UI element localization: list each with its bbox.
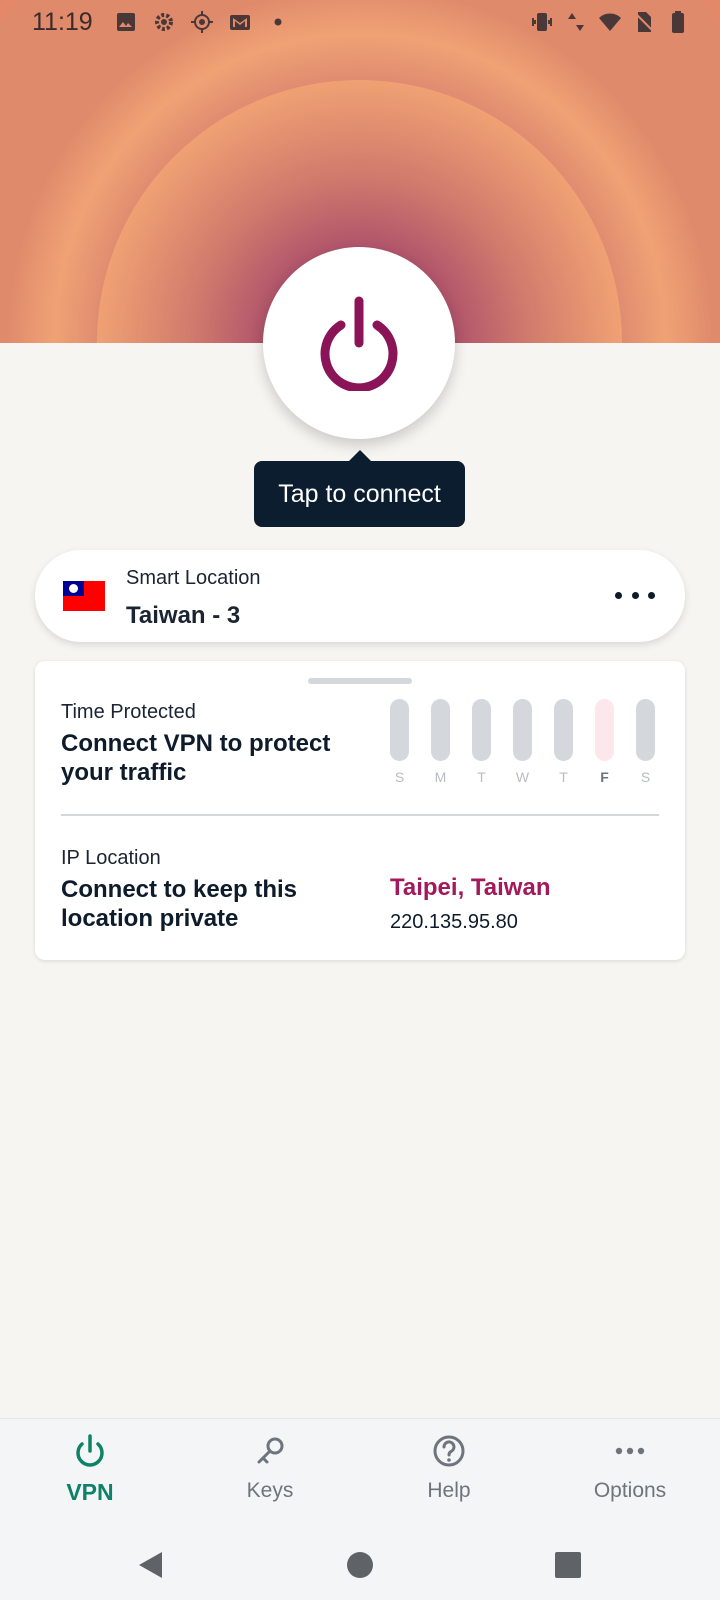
home-icon[interactable] bbox=[344, 1549, 376, 1581]
nav-options[interactable]: Options bbox=[560, 1419, 700, 1530]
help-icon bbox=[433, 1435, 465, 1467]
day-column: T bbox=[472, 699, 491, 785]
location-target-icon bbox=[191, 11, 213, 33]
dot-icon bbox=[274, 18, 282, 26]
ip-city: Taipei, Taiwan bbox=[390, 874, 551, 901]
vibrate-icon bbox=[532, 13, 552, 31]
taiwan-flag-icon bbox=[63, 581, 105, 611]
wifi-icon bbox=[599, 13, 621, 31]
tooltip-text: Tap to connect bbox=[278, 479, 441, 508]
nav-help-label: Help bbox=[427, 1479, 471, 1502]
day-letter: F bbox=[600, 769, 609, 785]
day-column: M bbox=[431, 699, 450, 785]
nav-options-label: Options bbox=[593, 1479, 667, 1502]
ip-location-message: Connect to keep this location private bbox=[61, 876, 298, 932]
day-letter: W bbox=[515, 769, 530, 785]
nav-vpn-label: VPN bbox=[66, 1479, 114, 1505]
more-icon bbox=[615, 1447, 645, 1455]
nav-keys[interactable]: Keys bbox=[200, 1419, 340, 1530]
time-protected-label: Time Protected bbox=[61, 701, 196, 723]
day-bar bbox=[554, 699, 573, 761]
drag-handle[interactable] bbox=[308, 678, 412, 684]
nav-vpn[interactable]: VPN bbox=[20, 1419, 160, 1530]
info-card: Time Protected Connect VPN to protect yo… bbox=[35, 661, 685, 960]
day-letter: T bbox=[477, 769, 486, 785]
day-bar bbox=[595, 699, 614, 761]
day-letter: S bbox=[394, 769, 405, 785]
day-column: S bbox=[390, 699, 409, 785]
status-bar: 11:19 bbox=[0, 0, 720, 48]
day-column: F bbox=[595, 699, 614, 785]
day-bar bbox=[513, 699, 532, 761]
day-bar bbox=[390, 699, 409, 761]
more-dot bbox=[648, 591, 655, 599]
system-navigation bbox=[0, 1529, 720, 1600]
day-column: T bbox=[554, 699, 573, 785]
settings-icon bbox=[155, 13, 173, 31]
nav-help[interactable]: Help bbox=[379, 1419, 519, 1530]
day-column: W bbox=[513, 699, 532, 785]
status-icons-left bbox=[114, 10, 290, 34]
image-icon bbox=[117, 13, 135, 31]
power-icon bbox=[320, 296, 398, 391]
location-name: Taiwan - 3 bbox=[126, 602, 241, 629]
day-bar bbox=[472, 699, 491, 761]
more-dot bbox=[615, 591, 622, 599]
bottom-navigation: VPN Keys Help Options bbox=[0, 1418, 720, 1530]
status-time: 11:19 bbox=[32, 8, 93, 36]
ip-location-label: IP Location bbox=[61, 847, 161, 869]
day-letter: T bbox=[559, 769, 568, 785]
key-icon bbox=[257, 1437, 284, 1464]
recents-icon[interactable] bbox=[552, 1549, 584, 1581]
day-bar bbox=[636, 699, 655, 761]
no-sim-icon bbox=[634, 12, 654, 32]
battery-icon bbox=[672, 11, 684, 33]
gmail-icon bbox=[230, 15, 250, 30]
location-subtitle: Smart Location bbox=[126, 567, 261, 589]
day-letter: M bbox=[434, 769, 447, 785]
status-icons-right bbox=[530, 10, 690, 34]
power-icon bbox=[76, 1434, 104, 1467]
location-more-icon[interactable] bbox=[615, 580, 655, 610]
ip-address: 220.135.95.80 bbox=[390, 911, 518, 933]
connect-power-button[interactable] bbox=[263, 247, 455, 439]
day-bar bbox=[431, 699, 450, 761]
day-letter: S bbox=[640, 769, 651, 785]
weekly-activity: SMTWTFS bbox=[390, 699, 655, 785]
data-arrows-icon bbox=[568, 13, 584, 31]
connect-tooltip: Tap to connect bbox=[254, 450, 465, 527]
time-protected-message: Connect VPN to protect your traffic bbox=[61, 730, 331, 786]
flag-sun bbox=[69, 584, 78, 593]
location-selector[interactable]: Smart Location Taiwan - 3 bbox=[35, 550, 685, 642]
divider bbox=[61, 814, 659, 816]
more-dot bbox=[631, 591, 639, 599]
back-icon[interactable] bbox=[134, 1549, 166, 1581]
nav-keys-label: Keys bbox=[246, 1479, 294, 1502]
day-column: S bbox=[636, 699, 655, 785]
